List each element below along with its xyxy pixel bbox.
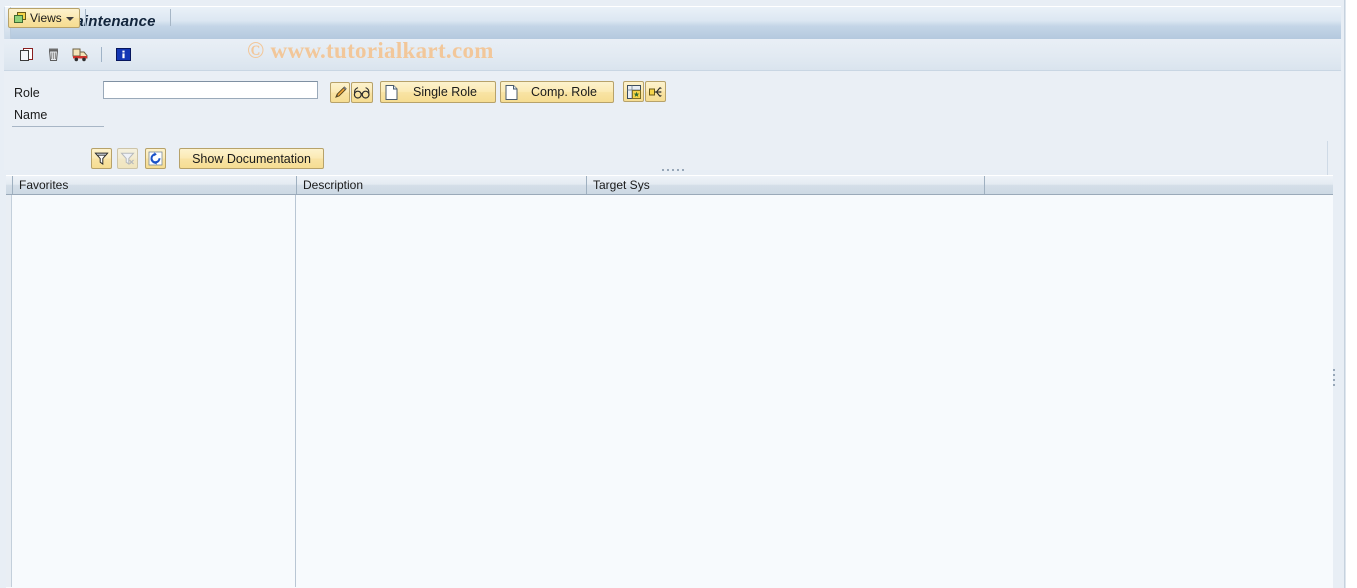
single-role-label: Single Role <box>413 85 477 99</box>
filter-delete-icon <box>120 152 135 165</box>
glasses-icon <box>353 86 370 99</box>
views-icon <box>13 11 27 25</box>
view-toolbar-separator-2 <box>170 9 171 26</box>
copy-icon[interactable] <box>16 44 36 64</box>
column-header-favorites[interactable]: Favorites <box>13 176 297 194</box>
grid-column-blank <box>984 195 1332 587</box>
information-icon[interactable] <box>113 44 133 64</box>
name-value-underline <box>12 126 104 127</box>
role-label: Role <box>14 86 40 100</box>
grid-select-all-corner[interactable] <box>6 176 13 194</box>
view-toolbar-separator <box>85 9 86 26</box>
single-role-button[interactable]: Single Role <box>380 81 496 103</box>
grid-star-icon <box>626 84 641 99</box>
filter-icon <box>94 152 109 165</box>
composite-role-button[interactable]: Comp. Role <box>500 81 614 103</box>
display-role-button[interactable] <box>351 82 373 103</box>
grid-column-target-sys <box>586 195 984 587</box>
show-documentation-button[interactable]: Show Documentation <box>179 148 324 169</box>
horizontal-splitter-handle[interactable] <box>655 167 691 172</box>
refresh-button[interactable] <box>145 148 166 169</box>
toolbar-separator <box>101 46 102 62</box>
delete-icon[interactable] <box>43 44 63 64</box>
role-overview-button[interactable] <box>645 81 666 102</box>
sap-role-maintenance-window: Role Maintenance © www.tutorialkart.com … <box>0 0 1357 588</box>
grid-body <box>6 195 1333 587</box>
selection-area: Role Name <box>4 71 1341 140</box>
favorites-grid: Favorites Description Target Sys <box>6 175 1333 588</box>
column-header-description[interactable]: Description <box>297 176 587 194</box>
show-documentation-label: Show Documentation <box>192 151 311 166</box>
chevron-down-icon <box>66 17 74 21</box>
column-header-blank[interactable] <box>985 176 1333 194</box>
transaction-inheritance-button[interactable] <box>623 81 644 102</box>
composite-role-label: Comp. Role <box>531 85 597 99</box>
delete-filter-button <box>117 148 138 169</box>
views-button[interactable]: Views <box>8 8 80 28</box>
pencil-icon <box>334 86 347 98</box>
branch-arrow-icon <box>648 86 662 97</box>
role-input[interactable] <box>103 81 318 99</box>
set-filter-button[interactable] <box>91 148 112 169</box>
name-label: Name <box>14 108 48 122</box>
transport-icon[interactable] <box>70 44 90 64</box>
column-header-target-sys[interactable]: Target Sys <box>587 176 985 194</box>
grid-column-favorites <box>12 195 296 587</box>
window-right-margin <box>1345 0 1357 588</box>
refresh-icon <box>148 151 163 166</box>
title-bar: Role Maintenance <box>4 6 1341 39</box>
application-toolbar <box>4 39 1341 71</box>
grid-header-row: Favorites Description Target Sys <box>6 175 1333 195</box>
views-label: Views <box>30 11 62 25</box>
grid-column-description <box>296 195 586 587</box>
document-icon <box>384 84 399 101</box>
application-toolbar-icons <box>16 44 133 64</box>
document-icon <box>504 84 519 101</box>
change-role-button[interactable] <box>330 82 350 103</box>
